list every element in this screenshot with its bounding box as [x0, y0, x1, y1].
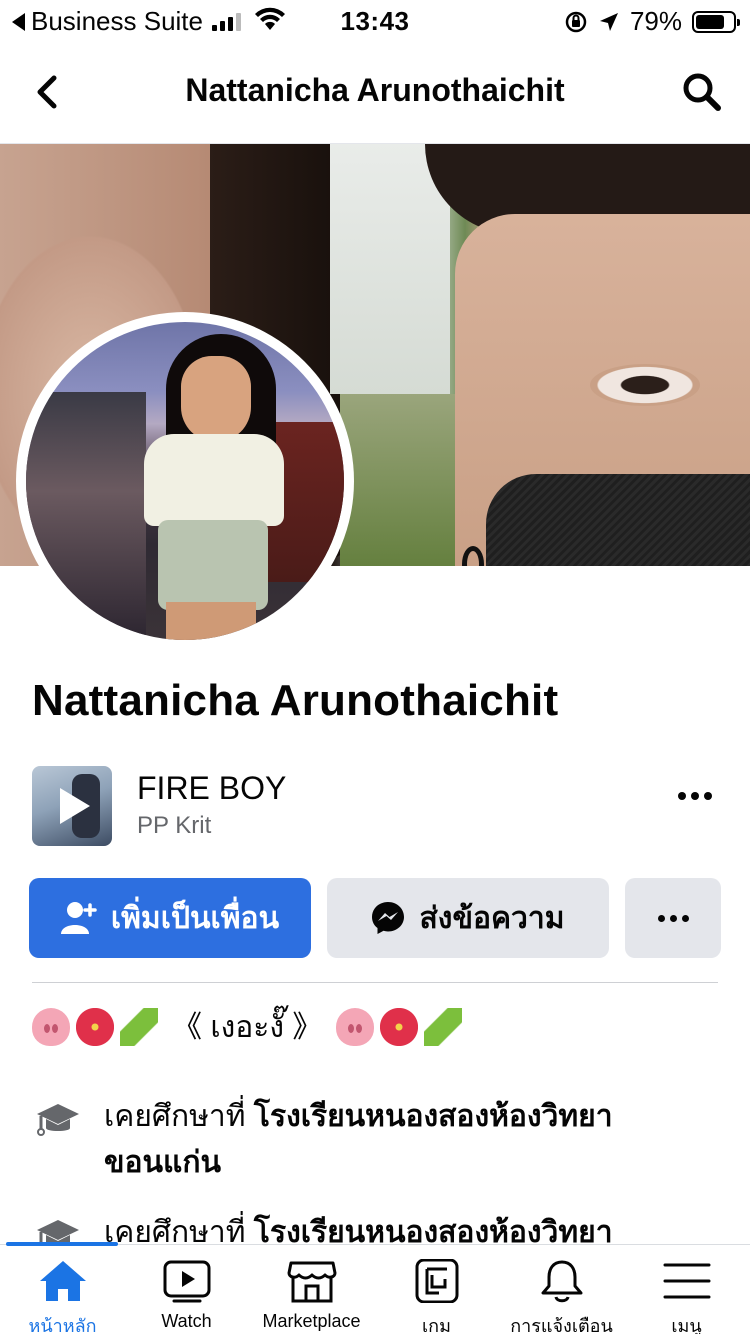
tab-label: Watch — [161, 1311, 212, 1331]
tab-label: การแจ้งเตือน — [510, 1316, 613, 1334]
pig-nose-icon — [336, 1007, 375, 1046]
message-label: ส่งข้อความ — [419, 901, 565, 935]
play-icon — [60, 788, 90, 824]
tab-label: เกม — [422, 1316, 451, 1334]
profile-name: Nattanicha Arunothaichit — [32, 676, 559, 725]
profile-bio: 《 เงอะงั๊ 》 — [32, 1002, 463, 1051]
pig-nose-icon — [32, 1007, 70, 1046]
music-artist: PP Krit — [137, 812, 212, 839]
add-friend-button[interactable]: เพิ่มเป็นเพื่อน — [29, 878, 311, 958]
music-more-options-icon[interactable] — [678, 792, 712, 800]
location-arrow-icon — [599, 12, 618, 31]
tab-label: เมนู — [671, 1316, 702, 1334]
education-prefix: เคยศึกษาที่ — [104, 1100, 254, 1133]
search-icon[interactable] — [680, 70, 724, 114]
music-thumbnail[interactable] — [32, 766, 112, 846]
marketplace-icon — [287, 1261, 336, 1303]
home-icon — [39, 1261, 86, 1301]
bio-text: 《 เงอะงั๊ 》 — [172, 1011, 323, 1044]
battery-fill — [696, 14, 725, 29]
add-friend-icon — [60, 902, 97, 934]
avatar — [26, 322, 344, 640]
profile-actions: เพิ่มเป็นเพื่อน ส่งข้อความ — [29, 878, 721, 958]
gaming-icon — [415, 1259, 458, 1303]
tab-menu[interactable]: เมนู — [624, 1257, 749, 1334]
herb-icon — [424, 1007, 463, 1046]
divider — [32, 982, 718, 983]
battery-icon — [692, 10, 740, 33]
profile-picture[interactable] — [16, 312, 354, 650]
bell-icon — [541, 1260, 582, 1303]
messenger-icon — [372, 902, 405, 934]
tab-notifications[interactable]: การแจ้งเตือน — [499, 1257, 624, 1334]
hibiscus-icon — [380, 1007, 419, 1046]
add-friend-label: เพิ่มเป็นเพื่อน — [110, 901, 280, 935]
orientation-lock-icon — [565, 11, 587, 32]
tab-watch[interactable]: Watch — [124, 1257, 249, 1332]
bottom-tab-bar: หน้าหลัก Watch Marketplace เกม การแจ้งเต… — [0, 1242, 750, 1334]
hibiscus-icon — [76, 1007, 114, 1046]
profile-music[interactable]: FIRE BOY PP Krit — [32, 766, 722, 846]
watch-icon — [163, 1260, 210, 1303]
graduation-cap-icon — [37, 1104, 79, 1136]
battery-percent: 79% — [629, 6, 682, 36]
profile-header: Nattanicha Arunothaichit — [0, 42, 750, 144]
menu-icon — [663, 1263, 710, 1299]
status-bar: Business Suite 13:43 79% — [0, 0, 750, 42]
active-tab-indicator — [6, 1242, 118, 1246]
more-options-button[interactable] — [625, 878, 721, 958]
herb-icon — [120, 1007, 158, 1046]
message-button[interactable]: ส่งข้อความ — [327, 878, 609, 958]
tab-label: หน้าหลัก — [28, 1316, 97, 1334]
more-dots-icon — [657, 914, 689, 922]
page-title: Nattanicha Arunothaichit — [185, 72, 565, 108]
tab-gaming[interactable]: เกม — [374, 1257, 499, 1334]
music-title: FIRE BOY — [137, 770, 287, 806]
tab-home[interactable]: หน้าหลัก — [0, 1257, 125, 1334]
tab-marketplace[interactable]: Marketplace — [249, 1257, 374, 1332]
tab-label: Marketplace — [262, 1311, 361, 1331]
